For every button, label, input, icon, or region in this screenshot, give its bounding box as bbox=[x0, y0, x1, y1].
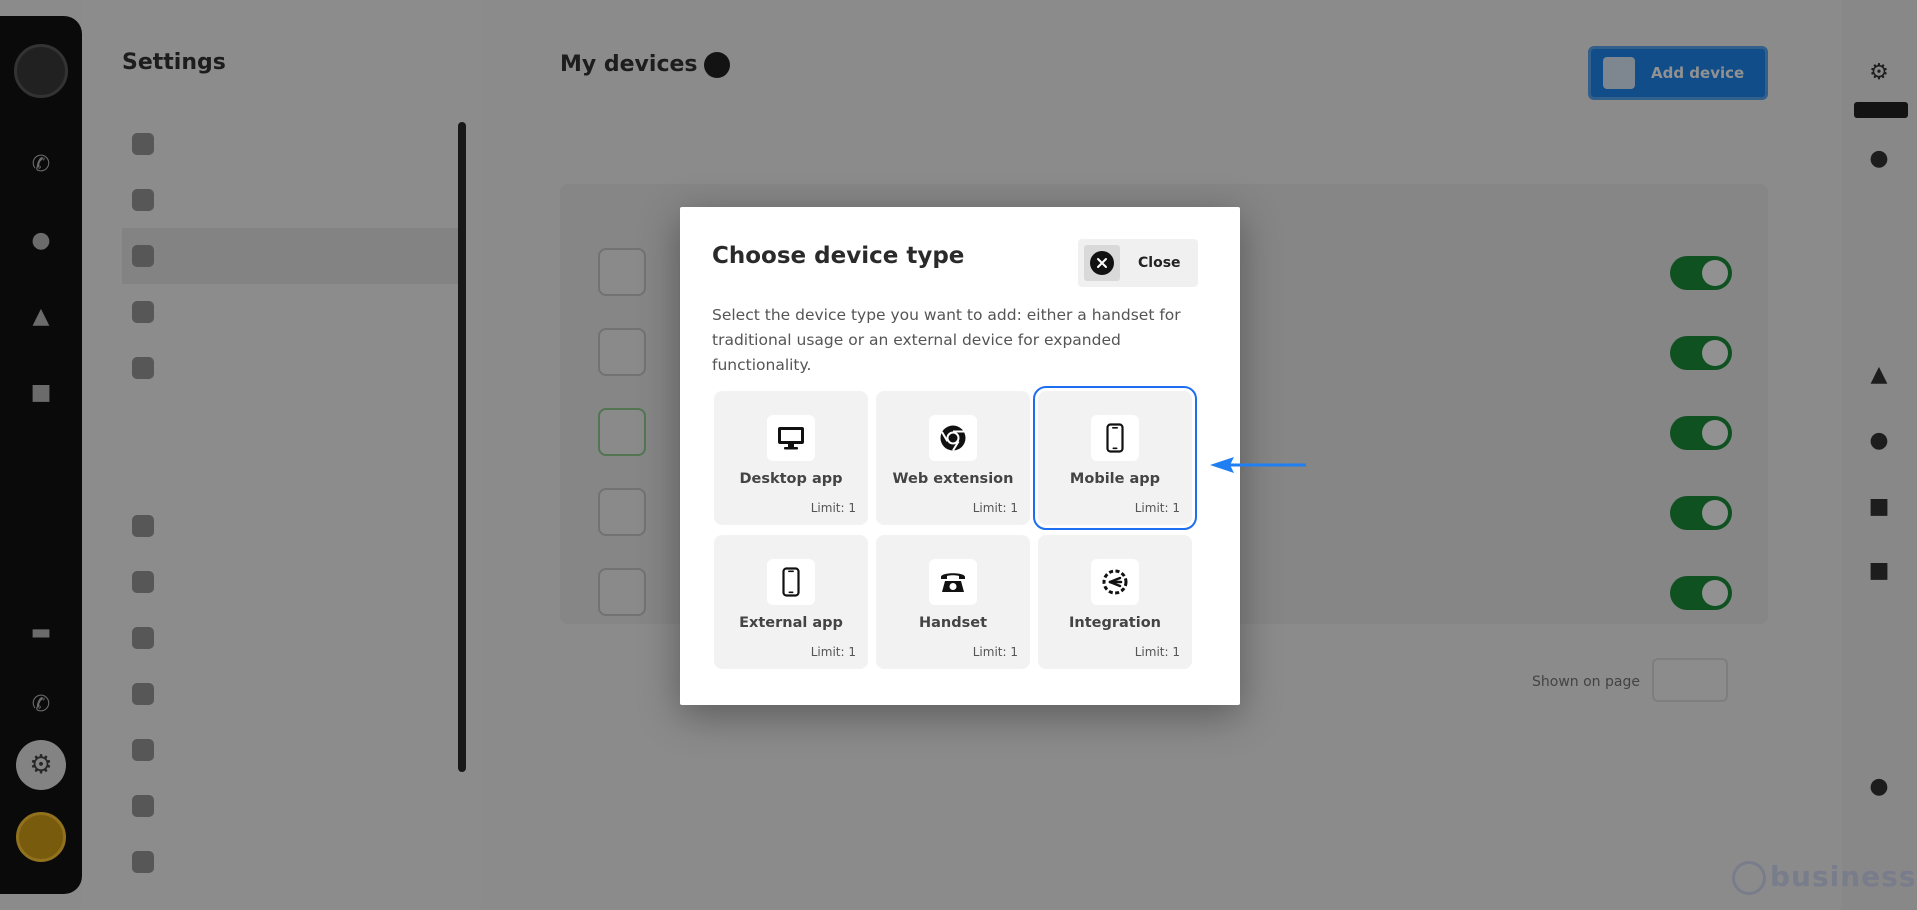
card-limit: Limit: 1 bbox=[972, 501, 1018, 515]
card-label: Handset bbox=[918, 615, 988, 631]
mobile-phone-icon bbox=[1091, 415, 1139, 461]
card-limit: Limit: 1 bbox=[1134, 645, 1180, 659]
device-card-handset[interactable]: Handset Limit: 1 bbox=[876, 535, 1030, 669]
card-limit: Limit: 1 bbox=[972, 645, 1018, 659]
card-limit: Limit: 1 bbox=[1134, 501, 1180, 515]
card-limit: Limit: 1 bbox=[810, 501, 856, 515]
choose-device-type-dialog: Choose device type Close Select the devi… bbox=[680, 207, 1240, 705]
integration-icon bbox=[1091, 559, 1139, 605]
smartphone-icon bbox=[767, 559, 815, 605]
device-card-integration[interactable]: Integration Limit: 1 bbox=[1038, 535, 1192, 669]
card-label: Web extension bbox=[892, 471, 1014, 487]
card-label: Desktop app bbox=[739, 471, 843, 487]
device-card-desktop-app[interactable]: Desktop app Limit: 1 bbox=[714, 391, 868, 525]
card-label: Integration bbox=[1069, 615, 1161, 631]
telephone-icon bbox=[929, 559, 977, 605]
card-limit: Limit: 1 bbox=[810, 645, 856, 659]
card-label: Mobile app bbox=[1069, 471, 1161, 487]
device-card-external-app[interactable]: External app Limit: 1 bbox=[714, 535, 868, 669]
close-icon bbox=[1090, 251, 1114, 275]
device-card-mobile-app[interactable]: Mobile app Limit: 1 bbox=[1033, 386, 1197, 530]
close-button[interactable]: Close bbox=[1078, 239, 1198, 287]
device-card-web-extension[interactable]: Web extension Limit: 1 bbox=[876, 391, 1030, 525]
dialog-title: Choose device type bbox=[712, 243, 965, 269]
chrome-icon bbox=[929, 415, 977, 461]
desktop-icon bbox=[767, 415, 815, 461]
close-label: Close bbox=[1138, 255, 1181, 271]
dialog-description: Select the device type you want to add: … bbox=[712, 306, 1181, 374]
close-icon-wrap bbox=[1084, 245, 1120, 281]
device-type-grid: Desktop app Limit: 1 Web extension Limit… bbox=[714, 386, 1197, 675]
pointer-arrow-icon bbox=[1210, 457, 1306, 473]
card-label: External app bbox=[739, 615, 843, 631]
